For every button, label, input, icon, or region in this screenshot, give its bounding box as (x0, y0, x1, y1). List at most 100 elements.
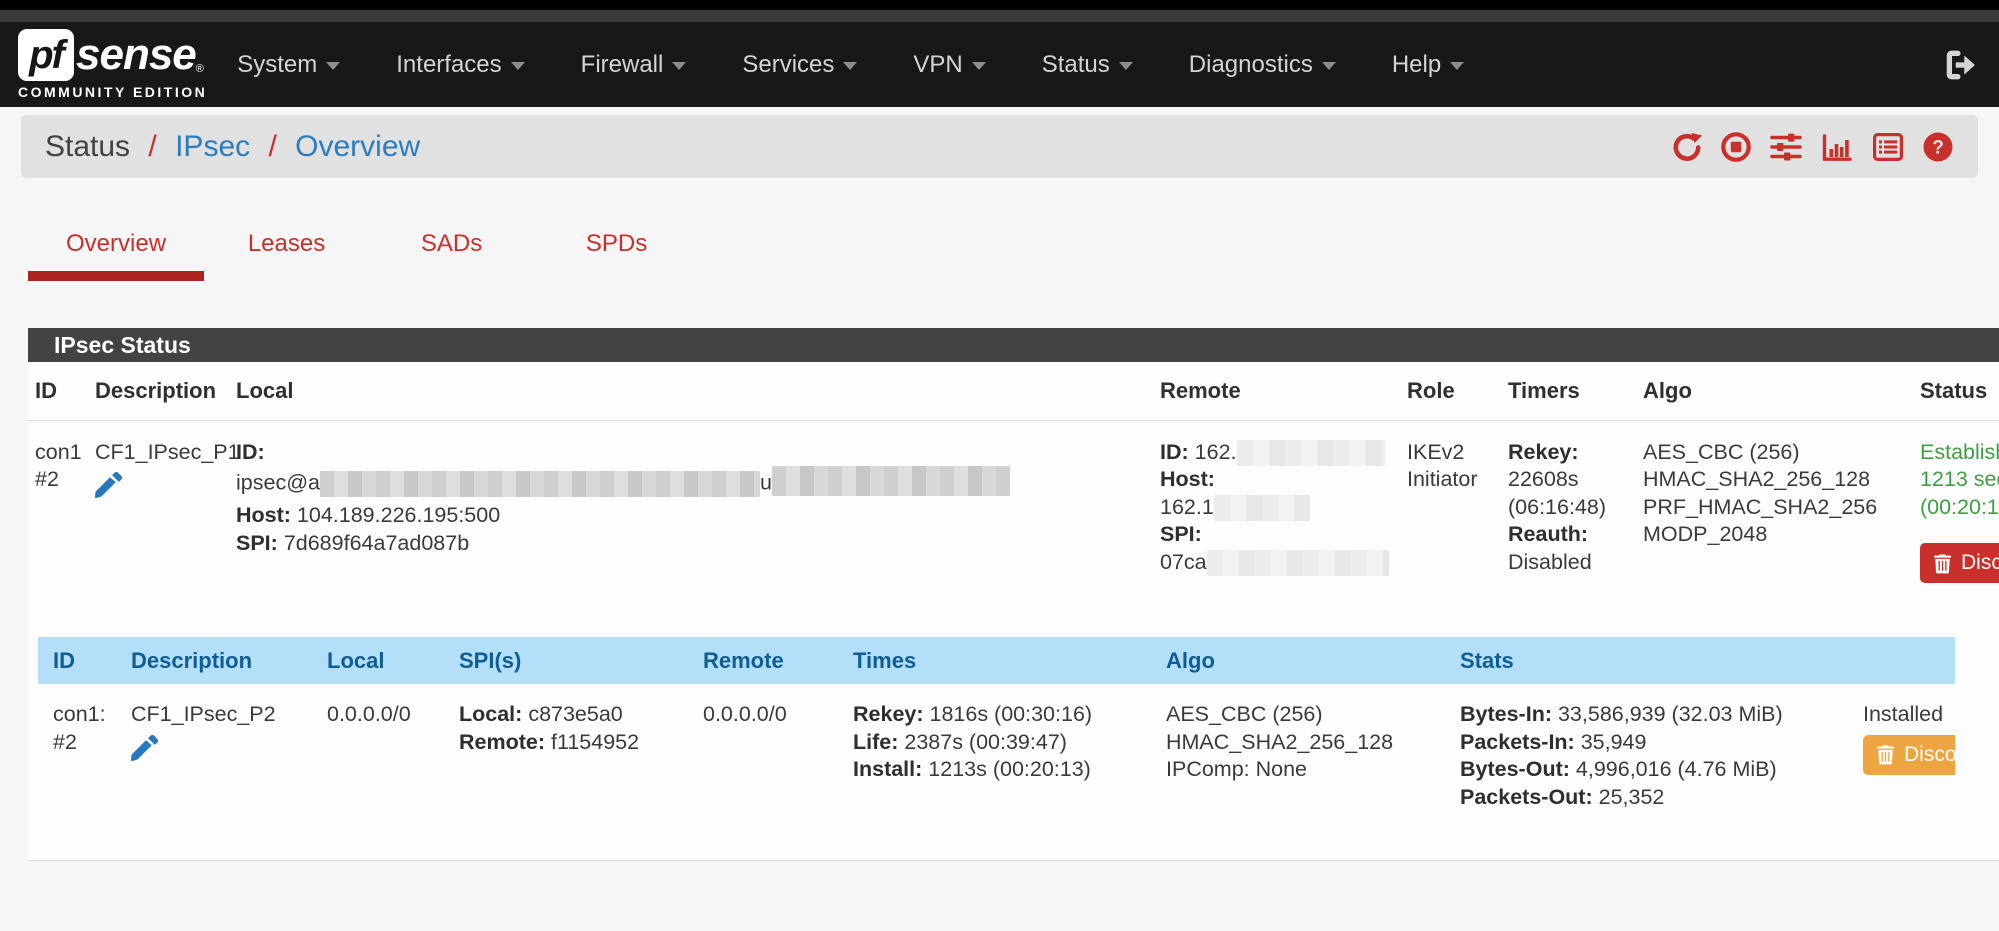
col-remote: Remote (1153, 362, 1400, 420)
local-id-label: ID: (236, 440, 265, 464)
help-icon[interactable]: ? (1922, 131, 1954, 163)
packets-in-value: 35,949 (1581, 730, 1647, 754)
logo-registered-mark: ® (196, 63, 204, 75)
breadcrumb-link-ipsec[interactable]: IPsec (175, 130, 250, 163)
chevron-down-icon (972, 62, 986, 70)
algo-integ: HMAC_SHA2_256_128 (1166, 729, 1449, 757)
col-timers: Timers (1501, 362, 1636, 420)
logout-button[interactable] (1943, 48, 1977, 82)
packets-in-label: Packets-In: (1460, 730, 1575, 754)
child-stats-cell: Bytes-In: 33,586,939 (32.03 MiB) Packets… (1453, 684, 1856, 860)
col-spis: SPI(s) (452, 637, 696, 684)
nav-item-services[interactable]: Services (742, 51, 857, 79)
reauth-label: Reauth: (1508, 521, 1632, 549)
col-role: Role (1400, 362, 1501, 420)
chevron-down-icon (326, 62, 340, 70)
child-id-cell: con1:#2 (38, 684, 124, 860)
rekey-time: (06:16:48) (1508, 494, 1632, 522)
col-algo: Algo (1159, 637, 1453, 684)
install-value: 1213s (00:20:13) (928, 757, 1091, 781)
nav-item-help[interactable]: Help (1392, 51, 1464, 79)
ike-sa-table: ID Description Local Remote Role Timers … (28, 362, 1999, 637)
nav-item-interfaces[interactable]: Interfaces (396, 51, 524, 79)
ipsec-status-panel: IPsec Status ID Description Local Remote… (28, 328, 1999, 861)
child-id: con1: (53, 701, 120, 729)
ike-id-cell: con1#2 (28, 420, 88, 637)
role-version: IKEv2 (1407, 439, 1497, 467)
rekey-value: 1816s (00:30:16) (930, 702, 1093, 726)
stop-icon[interactable] (1720, 131, 1752, 163)
disconnect-button[interactable]: Disconnect (1863, 735, 1955, 775)
nav-item-vpn[interactable]: VPN (913, 51, 985, 79)
options-sliders-icon[interactable] (1769, 131, 1803, 163)
col-remote: Remote (696, 637, 846, 684)
packets-out-value: 25,352 (1599, 785, 1665, 809)
tab-bar: Overview Leases SADs SPDs (28, 224, 1999, 281)
chevron-down-icon (1119, 62, 1133, 70)
breadcrumb-status: Status (45, 130, 130, 163)
edit-pencil-icon[interactable] (95, 472, 122, 507)
chevron-down-icon (1450, 62, 1464, 70)
disconnect-button[interactable]: Disconnect (1920, 543, 1999, 583)
spi-local-label: Local: (459, 702, 522, 726)
bytes-in-value: 33,586,939 (32.03 MiB) (1558, 702, 1783, 726)
col-actions (1856, 637, 1955, 684)
disconnect-label: Disconnect (1904, 743, 1955, 767)
chevron-down-icon (511, 62, 525, 70)
panel-title: IPsec Status (28, 328, 1999, 362)
col-algo: Algo (1636, 362, 1913, 420)
nav-item-label: Diagnostics (1189, 51, 1313, 79)
pfsense-logo[interactable]: pf sense ® COMMUNITY EDITION (18, 29, 207, 100)
child-times-cell: Rekey: 1816s (00:30:16) Life: 2387s (00:… (846, 684, 1159, 860)
col-times: Times (846, 637, 1159, 684)
refresh-icon[interactable] (1671, 131, 1703, 163)
nav-item-label: Status (1042, 51, 1110, 79)
install-label: Install: (853, 757, 922, 781)
tab-label: Overview (66, 230, 166, 258)
child-remote-net: 0.0.0.0/0 (703, 701, 842, 729)
tab-sads[interactable]: SADs (369, 224, 534, 281)
tab-overview[interactable]: Overview (28, 224, 204, 281)
role-value: Initiator (1407, 466, 1497, 494)
col-status: Status (1913, 362, 1999, 420)
nav-item-firewall[interactable]: Firewall (581, 51, 687, 79)
spi-remote-value: f1154952 (551, 730, 639, 754)
edit-pencil-icon[interactable] (131, 735, 158, 770)
col-local: Local (320, 637, 452, 684)
rekey-label: Rekey: (1508, 439, 1632, 467)
chevron-down-icon (672, 62, 686, 70)
nav-item-status[interactable]: Status (1042, 51, 1133, 79)
ike-id-num: #2 (35, 466, 84, 494)
ike-id: con1 (35, 439, 84, 467)
breadcrumb: Status / IPsec / Overview (45, 130, 420, 164)
child-description-cell: CF1_IPsec_P2 (124, 684, 320, 860)
nav-item-diagnostics[interactable]: Diagnostics (1189, 51, 1336, 79)
spi-local-value: c873e5a0 (528, 702, 622, 726)
ike-description-cell: CF1_IPsec_P1 (88, 420, 229, 637)
ike-table-header-row: ID Description Local Remote Role Timers … (28, 362, 1999, 420)
graph-bar-chart-icon[interactable] (1820, 131, 1854, 163)
top-navbar: pf sense ® COMMUNITY EDITION System Inte… (0, 22, 1999, 107)
child-id-num: #2 (53, 729, 120, 757)
col-id: ID (38, 637, 124, 684)
tab-leases[interactable]: Leases (204, 224, 369, 281)
algo-integ: HMAC_SHA2_256_128 (1643, 466, 1909, 494)
tab-spds[interactable]: SPDs (534, 224, 699, 281)
top-gray-strip (0, 10, 1999, 22)
child-description: CF1_IPsec_P2 (131, 701, 316, 729)
log-summary-list-icon[interactable] (1871, 131, 1905, 163)
nav-menu: System Interfaces Firewall Services VPN … (237, 51, 1520, 79)
local-id-value: ipsec@a (236, 471, 320, 495)
ike-remote-cell: ID: 162. Host: 162.1 SPI: 07ca (1153, 420, 1400, 637)
breadcrumb-actions: ? (1671, 131, 1954, 163)
nav-item-system[interactable]: System (237, 51, 340, 79)
child-local-net: 0.0.0.0/0 (327, 701, 448, 729)
breadcrumb-link-overview[interactable]: Overview (295, 130, 420, 163)
nav-item-label: Interfaces (396, 51, 501, 79)
rekey-label: Rekey: (853, 702, 924, 726)
remote-host-label: Host: (1160, 467, 1215, 491)
remote-spi-value: 07ca (1160, 550, 1207, 574)
top-black-strip (0, 0, 1999, 10)
breadcrumb-separator: / (148, 130, 156, 163)
bytes-in-label: Bytes-In: (1460, 702, 1552, 726)
